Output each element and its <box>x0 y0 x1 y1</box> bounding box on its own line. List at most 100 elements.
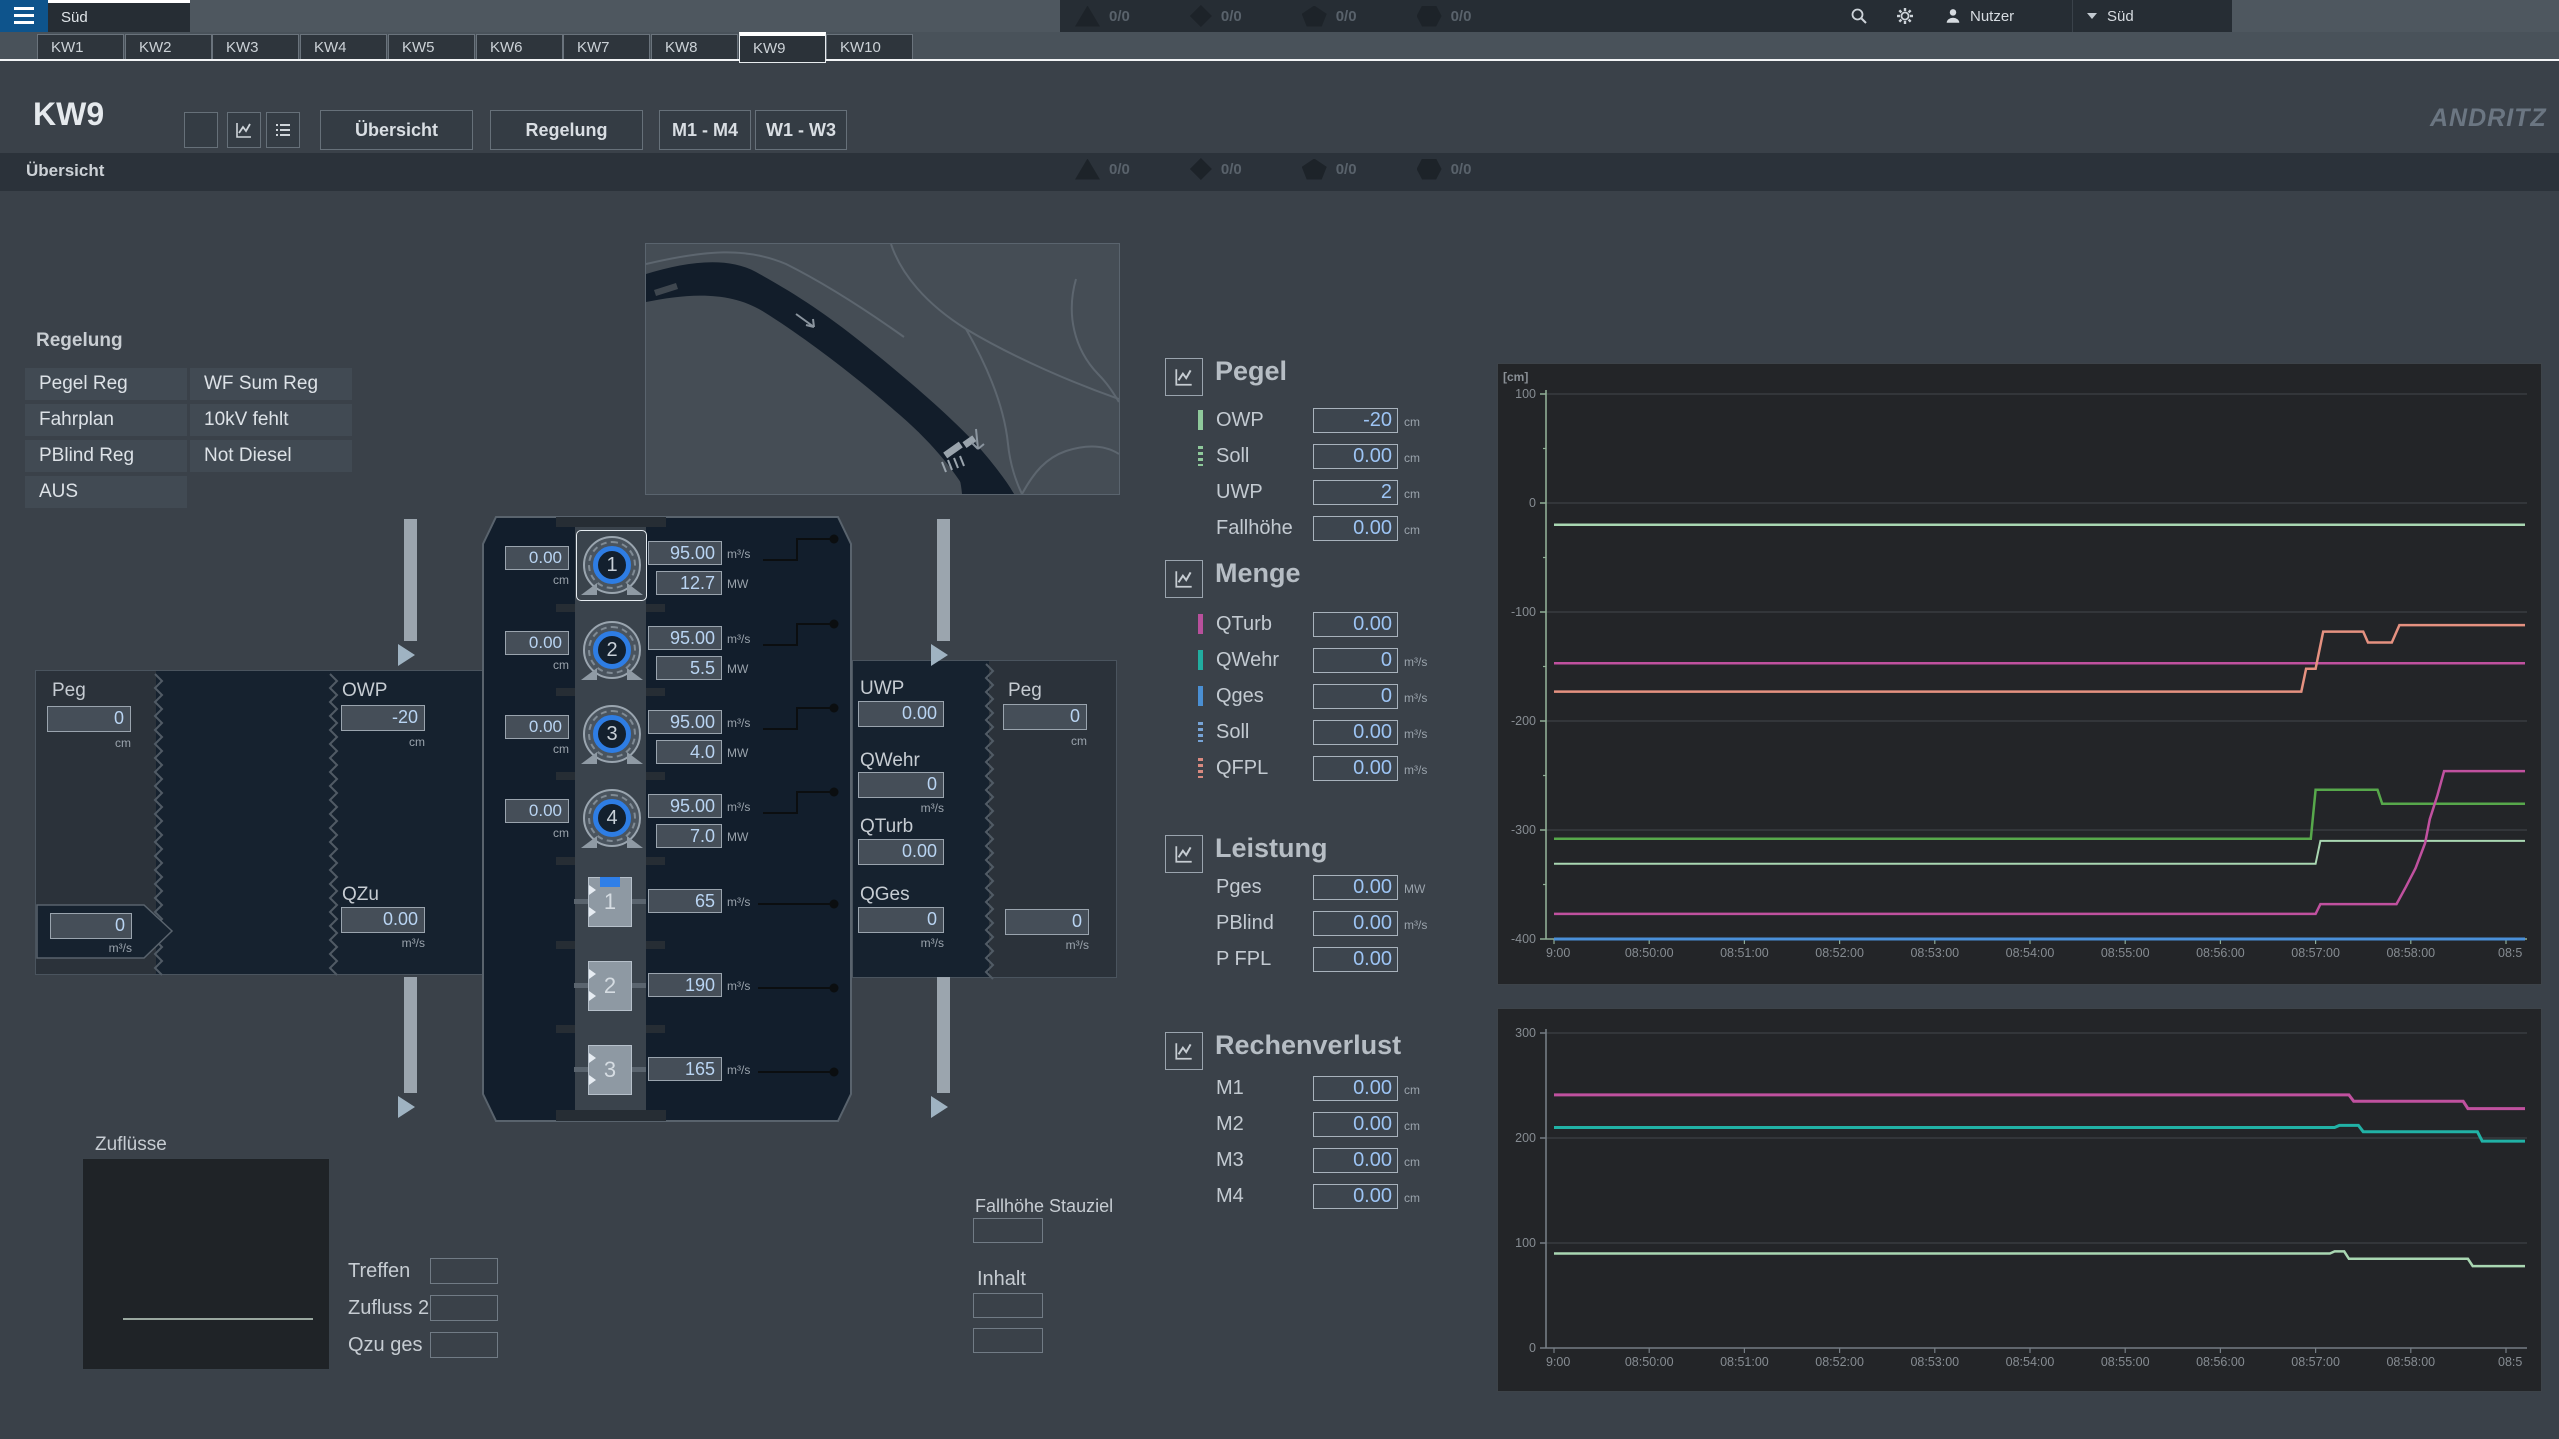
peg_right-field[interactable]: 0 <box>1003 704 1087 730</box>
tab-kw4[interactable]: KW4 <box>300 34 387 61</box>
inflow-field[interactable] <box>430 1295 498 1321</box>
regelung-button-wf-sum-reg[interactable]: WF Sum Reg <box>190 368 352 400</box>
tab-kw3[interactable]: KW3 <box>212 34 299 61</box>
panel-row-field[interactable]: 0.00 <box>1313 1112 1398 1137</box>
peg_left-field[interactable]: 0 <box>47 706 131 732</box>
owp-field[interactable]: -20 <box>341 705 425 731</box>
search-button[interactable] <box>1838 0 1880 32</box>
panel-row-field[interactable]: 0.00 <box>1313 1184 1398 1209</box>
alarm-count: 0/0 <box>1221 161 1242 178</box>
tab-kw8[interactable]: KW8 <box>651 34 738 61</box>
trend-view-button[interactable] <box>227 112 261 148</box>
qges-field[interactable]: 0 <box>858 907 944 933</box>
svg-text:08:54:00: 08:54:00 <box>2006 1355 2055 1369</box>
panel-row-label: M1 <box>1216 1077 1244 1100</box>
gate-pin <box>632 1067 646 1072</box>
region-dropdown[interactable]: Süd <box>2072 0 2232 32</box>
panel-row-field[interactable]: 0.00 <box>1313 1076 1398 1101</box>
turbine-power-field[interactable]: 4.0 <box>656 740 722 764</box>
tab-kw5[interactable]: KW5 <box>388 34 475 61</box>
user-button[interactable]: Nutzer <box>1930 0 2070 32</box>
turbine-icon[interactable]: 4 <box>583 789 641 847</box>
weir-flow-field[interactable]: 165 <box>648 1057 722 1081</box>
panel-trend-button-rechenverlust[interactable] <box>1165 1032 1203 1070</box>
view-button-w1-w3[interactable]: W1 - W3 <box>755 110 847 150</box>
inhalt-field[interactable] <box>973 1328 1043 1353</box>
turbine-power-field[interactable]: 12.7 <box>656 571 722 595</box>
panel-row-field[interactable]: -20 <box>1313 408 1398 433</box>
menu-button[interactable] <box>0 0 48 32</box>
site-tab-sued[interactable]: Süd <box>48 0 190 32</box>
turbine-icon[interactable]: 1 <box>583 536 641 594</box>
turbine-flow-field[interactable]: 95.00 <box>648 710 722 734</box>
user-icon <box>1944 7 1962 25</box>
gate-arrow-icon <box>589 885 596 895</box>
panel-row-field[interactable]: 0 <box>1313 684 1398 709</box>
view-button--bersicht[interactable]: Übersicht <box>320 110 473 150</box>
list-view-button[interactable] <box>266 112 300 148</box>
panel-row-unit: m³/s <box>1404 763 1427 777</box>
uwp-field[interactable]: 0.00 <box>858 701 944 727</box>
panel-row-field[interactable]: 0.00 <box>1313 875 1398 900</box>
view-button-m1-m4[interactable]: M1 - M4 <box>659 110 751 150</box>
tab-kw10[interactable]: KW10 <box>826 34 913 61</box>
regelung-button-pblind-reg[interactable]: PBlind Reg <box>25 440 187 472</box>
series-color-indicator <box>1198 614 1203 634</box>
turbine-level-field[interactable]: 0.00 <box>505 715 569 739</box>
regelung-button-aus[interactable]: AUS <box>25 476 187 508</box>
turbine-flow-field[interactable]: 95.00 <box>648 626 722 650</box>
inflow-field[interactable]: 0 <box>50 913 132 939</box>
panel-trend-button-menge[interactable] <box>1165 560 1203 598</box>
regelung-button-fahrplan[interactable]: Fahrplan <box>25 404 187 436</box>
qzu-field[interactable]: 0.00 <box>341 907 425 933</box>
panel-row-field[interactable]: 0.00 <box>1313 444 1398 469</box>
turbine-power-field[interactable]: 7.0 <box>656 824 722 848</box>
turbine-level-field[interactable]: 0.00 <box>505 799 569 823</box>
regelung-button-10kv-fehlt[interactable]: 10kV fehlt <box>190 404 352 436</box>
out_right-field[interactable]: 0 <box>1005 909 1089 935</box>
panel-row-field[interactable]: 0.00 <box>1313 947 1398 972</box>
tab-kw1[interactable]: KW1 <box>37 34 124 61</box>
qzu-unit: m³/s <box>341 936 425 950</box>
regelung-button-not-diesel[interactable]: Not Diesel <box>190 440 352 472</box>
qturb-field[interactable]: 0.00 <box>858 839 944 865</box>
turbine-flow-field[interactable]: 95.00 <box>648 794 722 818</box>
blank-tool-button[interactable] <box>184 112 218 148</box>
tab-kw6[interactable]: KW6 <box>476 34 563 61</box>
tab-kw9[interactable]: KW9 <box>739 32 826 63</box>
panel-row-field[interactable]: 0.00 <box>1313 612 1398 637</box>
turbine-power-field[interactable]: 5.5 <box>656 656 722 680</box>
chart-canvas: 30020010009:0008:50:0008:51:0008:52:0008… <box>1498 1009 2541 1391</box>
panel-trend-button-pegel[interactable] <box>1165 358 1203 396</box>
panel-title-leistung: Leistung <box>1215 833 1328 864</box>
panel-trend-button-leistung[interactable] <box>1165 835 1203 873</box>
weir-flow-field[interactable]: 190 <box>648 973 722 997</box>
alarm-counters: 0/00/00/00/0 <box>1075 0 1531 32</box>
hexagon-icon <box>1417 159 1442 180</box>
regelung-button-pegel-reg[interactable]: Pegel Reg <box>25 368 187 400</box>
panel-row-field[interactable]: 0.00 <box>1313 516 1398 541</box>
qwehr-field[interactable]: 0 <box>858 772 944 798</box>
weir-flow-field[interactable]: 65 <box>648 889 722 913</box>
level-gauge-bar <box>404 519 417 641</box>
turbine-icon[interactable]: 2 <box>583 621 641 679</box>
tab-kw2[interactable]: KW2 <box>125 34 212 61</box>
panel-row-field[interactable]: 0 <box>1313 648 1398 673</box>
inflow-field[interactable] <box>430 1332 498 1358</box>
turbine-level-field[interactable]: 0.00 <box>505 546 569 570</box>
turbine-level-field[interactable]: 0.00 <box>505 631 569 655</box>
alarm-counter: 0/0 <box>1075 6 1130 27</box>
panel-row-field[interactable]: 0.00 <box>1313 720 1398 745</box>
panel-row-field[interactable]: 0.00 <box>1313 756 1398 781</box>
panel-row-field[interactable]: 0.00 <box>1313 911 1398 936</box>
tab-kw7[interactable]: KW7 <box>563 34 650 61</box>
view-button-regelung[interactable]: Regelung <box>490 110 643 150</box>
settings-button[interactable] <box>1884 0 1926 32</box>
fallhoehe-stauziel-field[interactable] <box>973 1218 1043 1243</box>
panel-row-field[interactable]: 2 <box>1313 480 1398 505</box>
turbine-flow-field[interactable]: 95.00 <box>648 541 722 565</box>
turbine-icon[interactable]: 3 <box>583 705 641 763</box>
inflow-field[interactable] <box>430 1258 498 1284</box>
inhalt-field[interactable] <box>973 1293 1043 1318</box>
panel-row-field[interactable]: 0.00 <box>1313 1148 1398 1173</box>
